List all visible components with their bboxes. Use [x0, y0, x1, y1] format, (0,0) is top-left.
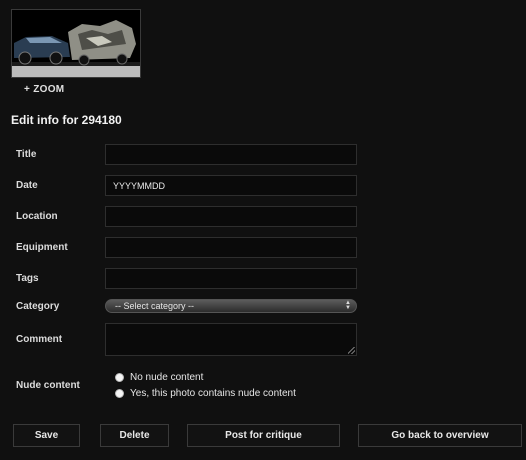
- location-input[interactable]: [105, 206, 357, 227]
- post-critique-button[interactable]: Post for critique: [187, 424, 340, 447]
- equipment-label: Equipment: [16, 242, 68, 253]
- page-title: Edit info for 294180: [11, 113, 122, 127]
- category-selected-value: -- Select category --: [115, 301, 195, 311]
- radio-no-nude[interactable]: No nude content: [115, 372, 203, 383]
- zoom-link[interactable]: + ZOOM: [24, 84, 64, 95]
- radio-button-icon[interactable]: [115, 373, 124, 382]
- radio-no-nude-label: No nude content: [130, 372, 204, 383]
- location-label: Location: [16, 211, 58, 222]
- save-button[interactable]: Save: [13, 424, 80, 447]
- category-label: Category: [16, 301, 60, 312]
- resize-grip-icon[interactable]: [348, 347, 355, 354]
- tags-label: Tags: [16, 273, 39, 284]
- date-input[interactable]: [105, 175, 357, 196]
- category-select[interactable]: -- Select category -- ▲ ▼: [105, 299, 357, 313]
- back-to-overview-button[interactable]: Go back to overview: [358, 424, 522, 447]
- photo-thumbnail[interactable]: [11, 9, 141, 78]
- delete-button[interactable]: Delete: [100, 424, 169, 447]
- select-arrows-icon: ▲ ▼: [345, 300, 351, 311]
- title-input[interactable]: [105, 144, 357, 165]
- photo-image: [12, 10, 140, 77]
- nude-content-label: Nude content: [16, 380, 80, 391]
- radio-yes-nude[interactable]: Yes, this photo contains nude content: [115, 388, 296, 399]
- date-label: Date: [16, 180, 38, 191]
- tags-input[interactable]: [105, 268, 357, 289]
- comment-label: Comment: [16, 334, 63, 345]
- equipment-input[interactable]: [105, 237, 357, 258]
- radio-yes-nude-label: Yes, this photo contains nude content: [130, 388, 296, 399]
- title-label: Title: [16, 149, 37, 160]
- radio-button-icon[interactable]: [115, 389, 124, 398]
- crushed-vehicle-shape: [68, 20, 136, 66]
- comment-textarea[interactable]: [105, 323, 357, 356]
